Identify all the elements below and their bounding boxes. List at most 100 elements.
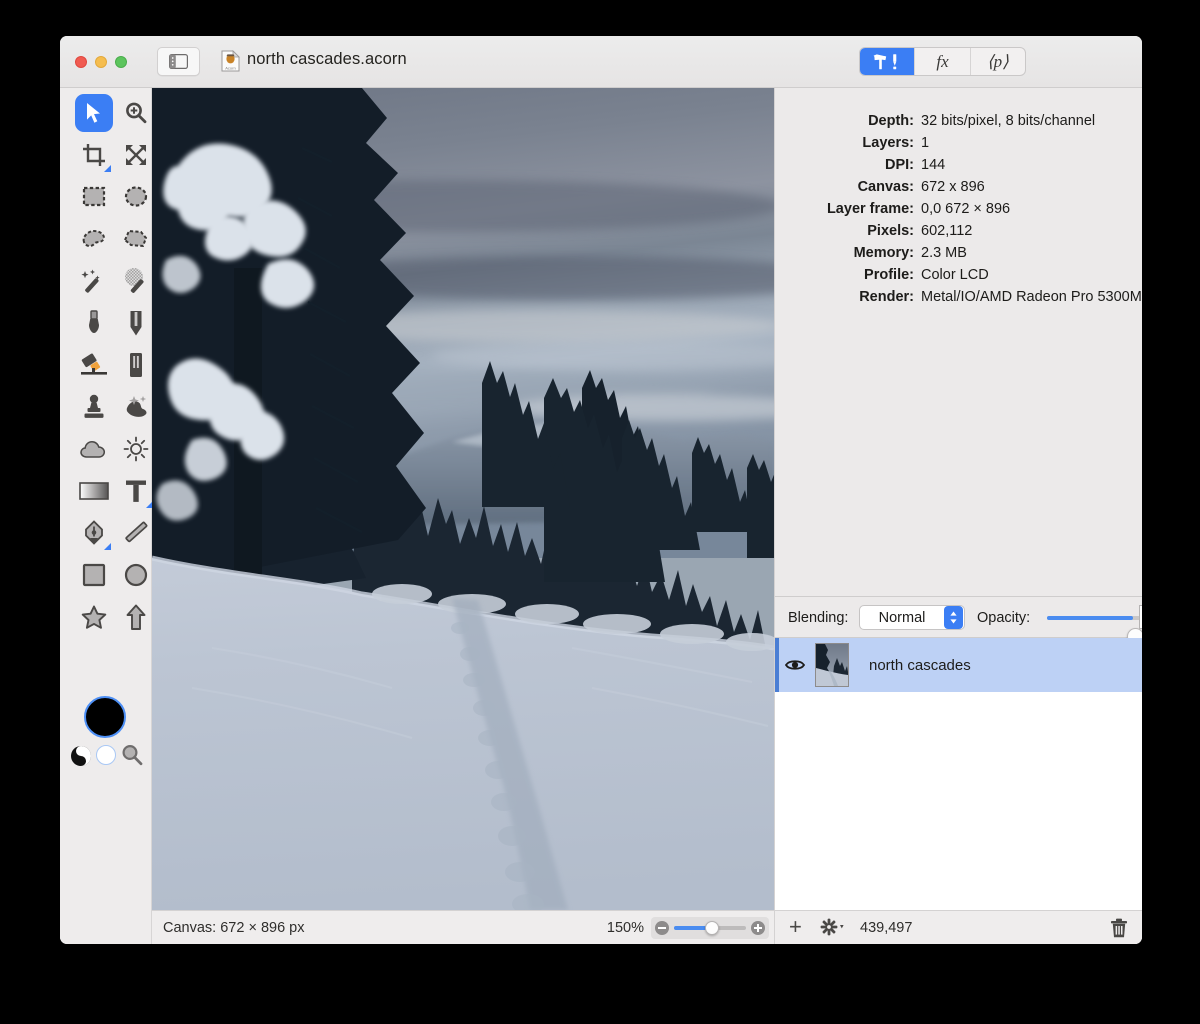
ellipse-select-tool[interactable] bbox=[117, 178, 155, 216]
arrow-cursor-icon bbox=[83, 101, 105, 125]
info-row-layers: Layers:1 bbox=[775, 132, 1142, 154]
cloud-tool[interactable] bbox=[75, 430, 113, 468]
layer-list[interactable]: north cascades bbox=[775, 638, 1142, 910]
brush-tool[interactable] bbox=[75, 304, 113, 342]
layer-name[interactable]: north cascades bbox=[869, 657, 971, 674]
sidebar-toggle-icon bbox=[169, 54, 188, 69]
info-value: 32 bits/pixel, 8 bits/channel bbox=[921, 113, 1095, 129]
layer-thumbnail[interactable] bbox=[815, 643, 849, 687]
eraser-tool[interactable] bbox=[75, 346, 113, 384]
lasso-tool[interactable] bbox=[75, 220, 113, 258]
document-image[interactable] bbox=[152, 88, 774, 910]
info-row-profile: Profile:Color LCD bbox=[775, 264, 1142, 286]
tab-tools-info[interactable] bbox=[860, 48, 915, 75]
acorn-document-icon: Acorn bbox=[221, 50, 240, 72]
sun-icon bbox=[123, 436, 149, 462]
pencil-tool[interactable] bbox=[117, 304, 155, 342]
info-key: Depth: bbox=[775, 113, 921, 129]
minimize-button[interactable] bbox=[95, 56, 107, 68]
trash-icon bbox=[1110, 918, 1128, 938]
zoom-in-icon[interactable] bbox=[750, 920, 766, 936]
gradient-tool[interactable] bbox=[75, 472, 113, 510]
smudge-tool[interactable] bbox=[117, 388, 155, 426]
layer-row[interactable]: north cascades bbox=[775, 638, 1142, 692]
zoom-level-label: 150% bbox=[607, 920, 644, 936]
ellipse-shape-tool[interactable] bbox=[117, 556, 155, 594]
info-row-pixels: Pixels:602,112 bbox=[775, 220, 1142, 242]
blending-mode-select[interactable]: Normal bbox=[859, 605, 965, 630]
info-key: Layers: bbox=[775, 135, 921, 151]
text-tool[interactable] bbox=[117, 472, 155, 510]
tool-palette bbox=[60, 88, 152, 944]
tab-presets[interactable]: ⟨p⟩ bbox=[971, 48, 1025, 75]
zoom-tool[interactable] bbox=[117, 94, 155, 132]
zoom-button[interactable] bbox=[115, 56, 127, 68]
move-tool[interactable] bbox=[75, 94, 113, 132]
info-value: 602,112 bbox=[921, 223, 972, 239]
rect-select-tool[interactable] bbox=[75, 178, 113, 216]
svg-text:Acorn: Acorn bbox=[225, 65, 235, 70]
instant-alpha-tool[interactable] bbox=[117, 262, 155, 300]
layer-visibility-toggle[interactable] bbox=[775, 658, 815, 672]
blending-bar: Blending: Normal Opacity: 100% bbox=[775, 596, 1142, 638]
pixel-count-label: 439,497 bbox=[860, 920, 912, 936]
clone-stamp-tool[interactable] bbox=[75, 388, 113, 426]
opacity-slider-fill bbox=[1047, 616, 1133, 620]
arrow-shape-tool[interactable] bbox=[117, 598, 155, 636]
zoom-slider[interactable] bbox=[651, 917, 769, 939]
info-row-canvas: Canvas:672 x 896 bbox=[775, 176, 1142, 198]
info-value: 144 bbox=[921, 157, 945, 173]
info-value: Color LCD bbox=[921, 267, 989, 283]
tab-filters[interactable]: fx bbox=[915, 48, 970, 75]
layer-settings-button[interactable] bbox=[819, 918, 847, 941]
gear-icon bbox=[819, 918, 847, 936]
info-row-render: Render:Metal/IO/AMD Radeon Pro 5300M bbox=[775, 286, 1142, 308]
info-value: 0,0 672 × 896 bbox=[921, 201, 1010, 217]
info-value: 2.3 MB bbox=[921, 245, 967, 261]
tool-submenu-indicator[interactable] bbox=[104, 165, 111, 172]
info-key: Pixels: bbox=[775, 223, 921, 239]
bezier-pen-tool[interactable] bbox=[75, 514, 113, 552]
opacity-value-field[interactable]: 100% bbox=[1139, 605, 1142, 629]
titlebar: Acorn north cascades.acorn fx ⟨p⟩ bbox=[60, 36, 1142, 88]
inspector-tab-group: fx ⟨p⟩ bbox=[859, 47, 1026, 76]
tool-submenu-indicator[interactable] bbox=[104, 543, 111, 550]
sidebar-toggle-button[interactable] bbox=[157, 47, 200, 76]
add-layer-button[interactable]: + bbox=[789, 916, 802, 938]
square-icon bbox=[82, 563, 106, 587]
canvas-viewport[interactable] bbox=[152, 88, 774, 910]
chevron-updown-icon[interactable] bbox=[944, 606, 963, 629]
color-picker-loupe-icon[interactable] bbox=[120, 743, 144, 767]
crop-tool[interactable] bbox=[75, 136, 113, 174]
rectangle-shape-tool[interactable] bbox=[75, 556, 113, 594]
arrow-up-icon bbox=[125, 604, 147, 630]
info-row-depth: Depth:32 bits/pixel, 8 bits/channel bbox=[775, 110, 1142, 132]
magnifier-plus-icon bbox=[124, 101, 148, 125]
eye-icon bbox=[785, 658, 805, 672]
zoom-knob[interactable] bbox=[705, 921, 719, 935]
cloud-icon bbox=[80, 439, 108, 459]
rect-marquee-icon bbox=[82, 186, 106, 208]
dodge-burn-tool[interactable] bbox=[117, 430, 155, 468]
foreground-color-well[interactable] bbox=[84, 696, 126, 738]
line-tool[interactable] bbox=[117, 514, 155, 552]
blending-label: Blending: bbox=[788, 610, 848, 626]
document-title: north cascades.acorn bbox=[247, 50, 407, 69]
zoom-out-icon[interactable] bbox=[654, 920, 670, 936]
canvas-status-bar: Canvas: 672 × 896 px 150% bbox=[152, 910, 774, 944]
close-button[interactable] bbox=[75, 56, 87, 68]
line-icon bbox=[123, 520, 149, 546]
opacity-slider[interactable] bbox=[1047, 616, 1142, 620]
background-color-well[interactable] bbox=[96, 745, 116, 765]
block-eraser-tool[interactable] bbox=[117, 346, 155, 384]
polygon-select-tool[interactable] bbox=[117, 220, 155, 258]
black-white-swap-icon[interactable] bbox=[70, 745, 92, 767]
blending-mode-value: Normal bbox=[860, 610, 944, 626]
magic-wand-tool[interactable] bbox=[75, 262, 113, 300]
star-shape-tool[interactable] bbox=[75, 598, 113, 636]
crop-icon bbox=[82, 143, 106, 167]
delete-layer-button[interactable] bbox=[1110, 918, 1128, 943]
transform-tool[interactable] bbox=[117, 136, 155, 174]
info-key: Layer frame: bbox=[775, 201, 921, 217]
eraser-icon bbox=[80, 352, 108, 378]
